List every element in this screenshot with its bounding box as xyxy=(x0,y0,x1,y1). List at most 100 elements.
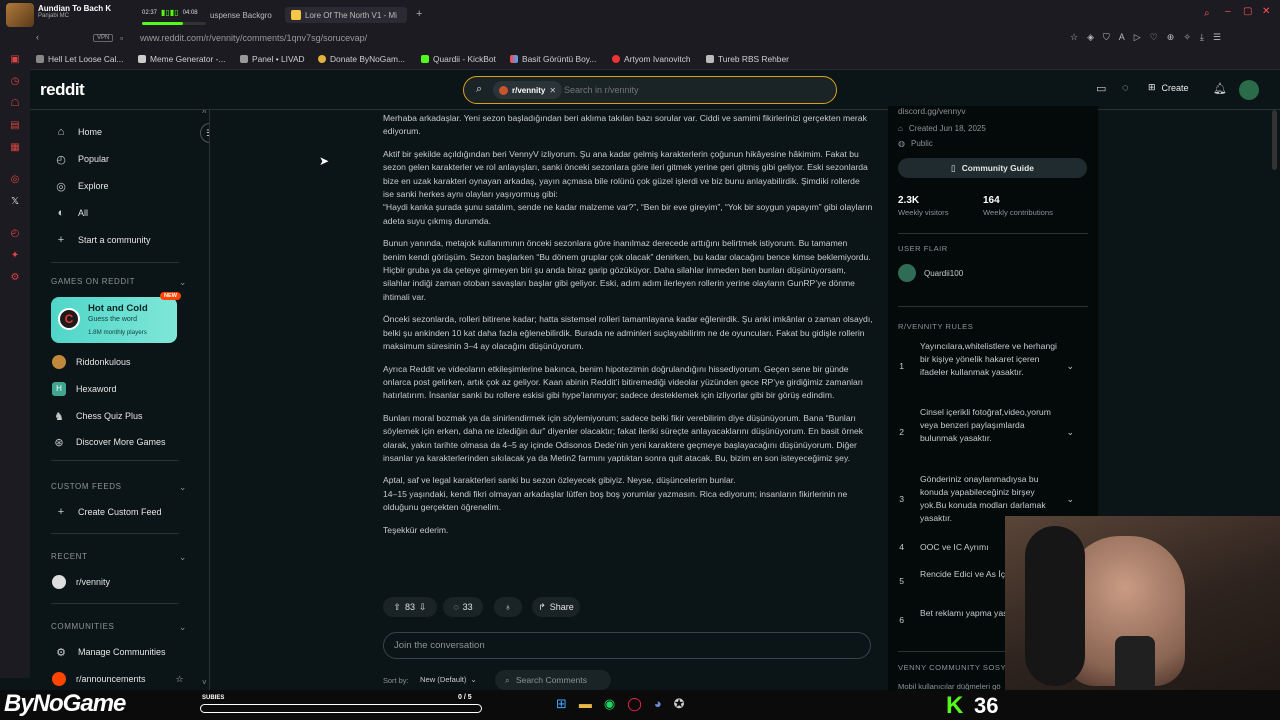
flair-avatar-icon xyxy=(898,264,916,282)
sort-dropdown[interactable]: New (Default) ⌄ xyxy=(420,675,477,684)
search-community-chip[interactable]: r/vennity ✕ xyxy=(493,81,563,99)
collapse-sidebar-button[interactable]: ☰ xyxy=(200,123,209,143)
extension-icon[interactable]: ⊕ xyxy=(1167,32,1175,43)
sidebar-item-popular[interactable]: ◴ Popular xyxy=(54,150,109,168)
comments-button[interactable]: ◌ 33 xyxy=(443,597,483,617)
sidebar-item-home[interactable]: ⌂ Home xyxy=(54,123,102,141)
bookmark-item[interactable]: Quardii - KickBot xyxy=(421,52,496,66)
clock-icon[interactable]: ◴ xyxy=(8,228,22,242)
sidebar-item-all[interactable]: ◐ All xyxy=(54,204,88,222)
address-bar: ‹ VPN ▫ www.reddit.com/r/vennity/comment… xyxy=(0,30,1280,48)
reddit-logo[interactable]: reddit xyxy=(40,80,85,100)
communities-section-title[interactable]: COMMUNITIES ⌄ xyxy=(51,622,201,632)
tab-lore-of-the-north[interactable]: Lore Of The North V1 - Mi xyxy=(285,7,407,23)
search-bar[interactable]: ⌕ r/vennity ✕ xyxy=(463,76,837,104)
back-icon[interactable]: ‹ xyxy=(36,32,39,42)
steam-icon[interactable]: ✪ xyxy=(674,696,685,712)
new-tab-icon[interactable]: + xyxy=(416,8,422,20)
sidebar-item-start-community[interactable]: + Start a community xyxy=(54,231,151,249)
bookmark-item[interactable]: Basit Görüntü Boy... xyxy=(510,52,596,66)
sidebar-game-chess-quiz[interactable]: ♞ Chess Quiz Plus xyxy=(52,407,142,425)
history-icon[interactable]: ◷ xyxy=(8,76,22,90)
chat-icon[interactable]: ◌ xyxy=(1122,82,1129,94)
media-progress-bar[interactable] xyxy=(142,22,206,25)
star-icon[interactable]: ☆ xyxy=(176,674,184,685)
reddit-header: reddit ⌕ r/vennity✕ ▭ ◌ ⊞Create 🔔︎ xyxy=(30,70,1280,110)
share-button[interactable]: ↱ Share xyxy=(532,597,580,617)
maximize-icon[interactable]: ▢ xyxy=(1243,6,1252,17)
bookmark-item[interactable]: Meme Generator -... xyxy=(138,52,225,66)
lightbulb-icon[interactable]: ✦ xyxy=(8,250,22,264)
downvote-icon[interactable]: ⇩ xyxy=(419,602,427,613)
file-explorer-icon[interactable]: ▬ xyxy=(579,696,592,712)
recent-section-title[interactable]: RECENT ⌄ xyxy=(51,552,201,562)
windows-start-icon[interactable]: ⊞ xyxy=(556,696,567,712)
bookmark-icon[interactable]: ☆ xyxy=(1070,32,1078,43)
scroll-up-icon[interactable]: ˄ xyxy=(202,110,207,116)
award-icon: ♁ xyxy=(504,602,512,612)
remove-chip-icon[interactable]: ✕ xyxy=(549,86,556,95)
games-section-title[interactable]: GAMES ON REDDIT ⌄ xyxy=(51,277,201,287)
settings-icon[interactable]: ⚙ xyxy=(8,272,22,286)
sidebar-discover-games[interactable]: ⊛ Discover More Games xyxy=(52,433,165,451)
chat-icon[interactable]: ▤ xyxy=(8,120,22,134)
panel-icon[interactable]: ▣ xyxy=(8,54,22,68)
close-icon[interactable]: ✕ xyxy=(1262,6,1270,17)
bookmark-item[interactable]: Panel • LIVAD xyxy=(240,52,305,66)
sidebar-game-riddonkulous[interactable]: Riddonkulous xyxy=(52,353,131,371)
discord-icon[interactable]: ◕ xyxy=(654,696,662,712)
award-button[interactable]: ♁ xyxy=(494,597,522,617)
media-widget[interactable]: Aundian To Bach K Panjabi MC xyxy=(38,4,128,19)
menu-icon[interactable]: ☰ xyxy=(1213,32,1221,43)
minimize-icon[interactable]: – xyxy=(1225,6,1231,17)
browser-tab-bar: Aundian To Bach K Panjabi MC 02:37 ▮▯▮▯ … xyxy=(0,0,1280,30)
search-comments-input[interactable]: ⌕ Search Comments xyxy=(495,670,611,690)
tab-suspense[interactable]: uspense Backgro xyxy=(210,7,272,23)
rule-item[interactable]: 1 Yayıncılara,whitelistlere ve herhangi b… xyxy=(888,340,1088,392)
opera-icon[interactable]: ◯ xyxy=(627,696,642,712)
sidebar-game-hexaword[interactable]: H Hexaword xyxy=(52,380,117,398)
search-icon[interactable]: ⌕ xyxy=(1204,8,1210,19)
notifications-icon[interactable]: 🔔︎ xyxy=(1213,82,1227,95)
bookmark-item[interactable]: Hell Let Loose Cal... xyxy=(36,52,123,66)
custom-feeds-section-title[interactable]: CUSTOM FEEDS ⌄ xyxy=(51,482,201,492)
scroll-down-icon[interactable]: ˅ xyxy=(202,678,207,687)
vpn-badge[interactable]: VPN xyxy=(93,34,114,42)
heart-icon[interactable]: ♡ xyxy=(1150,32,1158,43)
bookmark-item[interactable]: Tureb RBS Rehber xyxy=(706,52,789,66)
sidebar-item-explore[interactable]: ◎ Explore xyxy=(54,177,108,195)
url-input[interactable]: www.reddit.com/r/vennity/comments/1qnv7s… xyxy=(140,33,367,43)
sidebar-create-custom-feed[interactable]: + Create Custom Feed xyxy=(54,503,162,521)
search-input[interactable] xyxy=(564,82,804,98)
spotify-icon[interactable]: ◉ xyxy=(604,696,615,712)
avatar[interactable] xyxy=(1239,80,1259,100)
sidebar-recent-vennity[interactable]: r/vennity xyxy=(52,573,110,591)
rule-item[interactable]: 2 Cinsel içerikli fotoğraf,video,yorum ve… xyxy=(888,406,1088,458)
join-conversation-input[interactable]: Join the conversation xyxy=(383,632,871,659)
sidebar-community-announcements[interactable]: r/announcements ☆ xyxy=(52,670,184,688)
bookmark-item[interactable]: Donate ByNoGam... xyxy=(318,52,405,66)
sidebar-manage-communities[interactable]: ⚙ Manage Communities xyxy=(54,643,165,661)
tv-icon[interactable]: ▦ xyxy=(8,142,22,156)
create-button[interactable]: ⊞ Create xyxy=(1148,82,1189,93)
bookmark-item[interactable]: Artyom Ivanovitch xyxy=(612,52,691,66)
community-guide-button[interactable]: ▯ Community Guide xyxy=(898,158,1087,178)
upvote-icon[interactable]: ⇧ xyxy=(393,602,401,613)
puzzle-icon[interactable]: ✧ xyxy=(1183,32,1191,43)
x-icon[interactable]: 𝕏 xyxy=(8,196,22,210)
divider xyxy=(898,306,1088,307)
featured-game-card[interactable]: C Hot and Cold Guess the word 1.8M month… xyxy=(51,292,181,343)
bookmarks-bar: Hell Let Loose Cal... Meme Generator -..… xyxy=(0,48,1280,70)
user-flair[interactable]: Quardii100 xyxy=(898,264,963,282)
page-scrollbar[interactable] xyxy=(1272,110,1277,170)
download-icon[interactable]: ⤓ xyxy=(1200,32,1204,43)
shield-icon[interactable]: ⛉ xyxy=(1103,32,1110,43)
instagram-icon[interactable]: ◎ xyxy=(8,174,22,188)
discord-link[interactable]: discord.gg/vennyv xyxy=(898,106,966,116)
play-icon[interactable]: ▷ xyxy=(1134,32,1141,43)
chevron-down-icon: ⌄ xyxy=(1066,427,1074,437)
ads-icon[interactable]: ▭ xyxy=(1096,82,1106,95)
robot-icon[interactable]: ☖ xyxy=(8,98,22,112)
translate-icon[interactable]: A xyxy=(1119,32,1125,43)
tag-icon[interactable]: ◈ xyxy=(1087,32,1094,43)
